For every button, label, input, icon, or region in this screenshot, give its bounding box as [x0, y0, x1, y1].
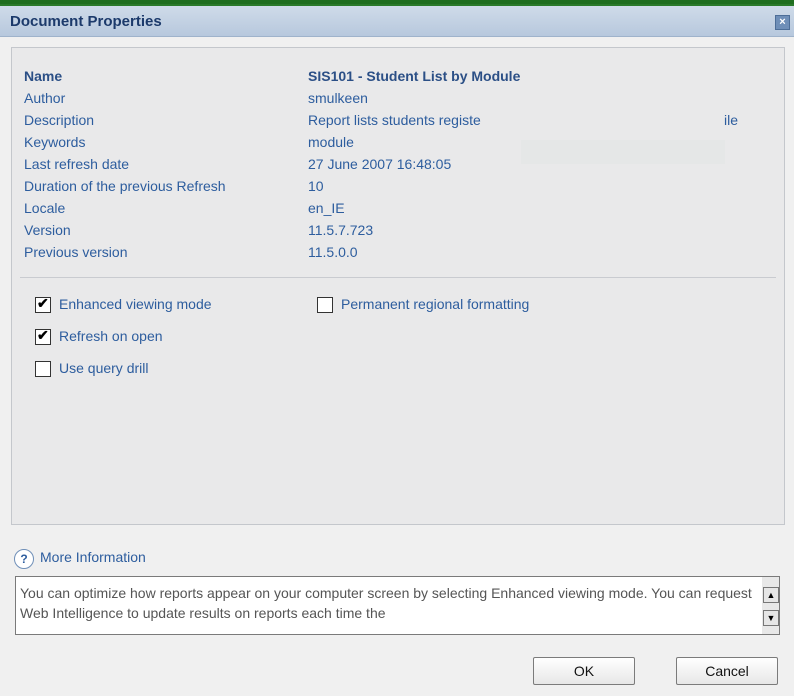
redacted-area: [521, 140, 725, 164]
property-label: Duration of the previous Refresh: [24, 178, 226, 194]
permanent-regional-checkbox[interactable]: Permanent regional formatting: [317, 296, 617, 316]
use-query-drill-checkbox[interactable]: Use query drill: [35, 360, 235, 380]
checkbox-label: Enhanced viewing mode: [59, 296, 212, 312]
info-text-box[interactable]: You can optimize how reports appear on y…: [15, 576, 780, 635]
checkbox-box[interactable]: ✔: [35, 327, 51, 345]
checkmark-icon: ✔: [37, 327, 49, 343]
checkbox-label: Use query drill: [59, 360, 149, 376]
property-label: Locale: [24, 200, 66, 216]
property-label: Version: [24, 222, 71, 238]
scrollbar[interactable]: ▲ ▼: [762, 577, 779, 634]
property-value: Report lists students registe: [308, 112, 481, 128]
ok-button[interactable]: OK: [533, 657, 635, 685]
property-value: 10: [308, 178, 324, 194]
cancel-button[interactable]: Cancel: [676, 657, 778, 685]
checkbox-box[interactable]: [317, 297, 333, 313]
property-value: smulkeen: [308, 90, 368, 106]
property-label: Description: [24, 112, 95, 128]
property-value: SIS101 - Student List by Module: [308, 68, 521, 84]
checkbox-label: Refresh on open: [59, 328, 163, 344]
enhanced-viewing-checkbox[interactable]: ✔ Enhanced viewing mode: [35, 295, 295, 316]
property-label: Keywords: [24, 134, 86, 150]
properties-panel: Name SIS101 - Student List by Module Aut…: [11, 47, 785, 525]
property-value: 11.5.7.723: [308, 222, 374, 238]
property-label: Author: [24, 90, 66, 106]
help-icon[interactable]: ?: [14, 549, 34, 569]
checkbox-label: Permanent regional formatting: [341, 296, 530, 312]
property-value-tail: ile: [724, 112, 739, 128]
property-value: en_IE: [308, 200, 345, 216]
scroll-down-icon[interactable]: ▼: [763, 610, 779, 626]
dialog-title: Document Properties: [10, 13, 162, 30]
property-value: module: [308, 134, 354, 150]
more-information-label: More Information: [40, 549, 146, 565]
info-text: You can optimize how reports appear on y…: [20, 585, 752, 621]
divider: [20, 277, 776, 278]
property-label: Previous version: [24, 244, 128, 260]
property-value: 11.5.0.0: [308, 244, 358, 260]
checkbox-box[interactable]: ✔: [35, 295, 51, 313]
refresh-on-open-checkbox[interactable]: ✔ Refresh on open: [35, 327, 235, 348]
title-bar: Document Properties ×: [0, 6, 794, 37]
close-icon[interactable]: ×: [775, 15, 790, 30]
property-label: Last refresh date: [24, 156, 130, 172]
checkmark-icon: ✔: [37, 295, 49, 311]
scroll-up-icon[interactable]: ▲: [763, 587, 779, 603]
checkbox-box[interactable]: [35, 361, 51, 377]
property-label: Name: [24, 68, 63, 84]
document-properties-dialog: Document Properties × Name SIS101 - Stud…: [0, 4, 794, 696]
property-value: 27 June 2007 16:48:05: [308, 156, 452, 172]
